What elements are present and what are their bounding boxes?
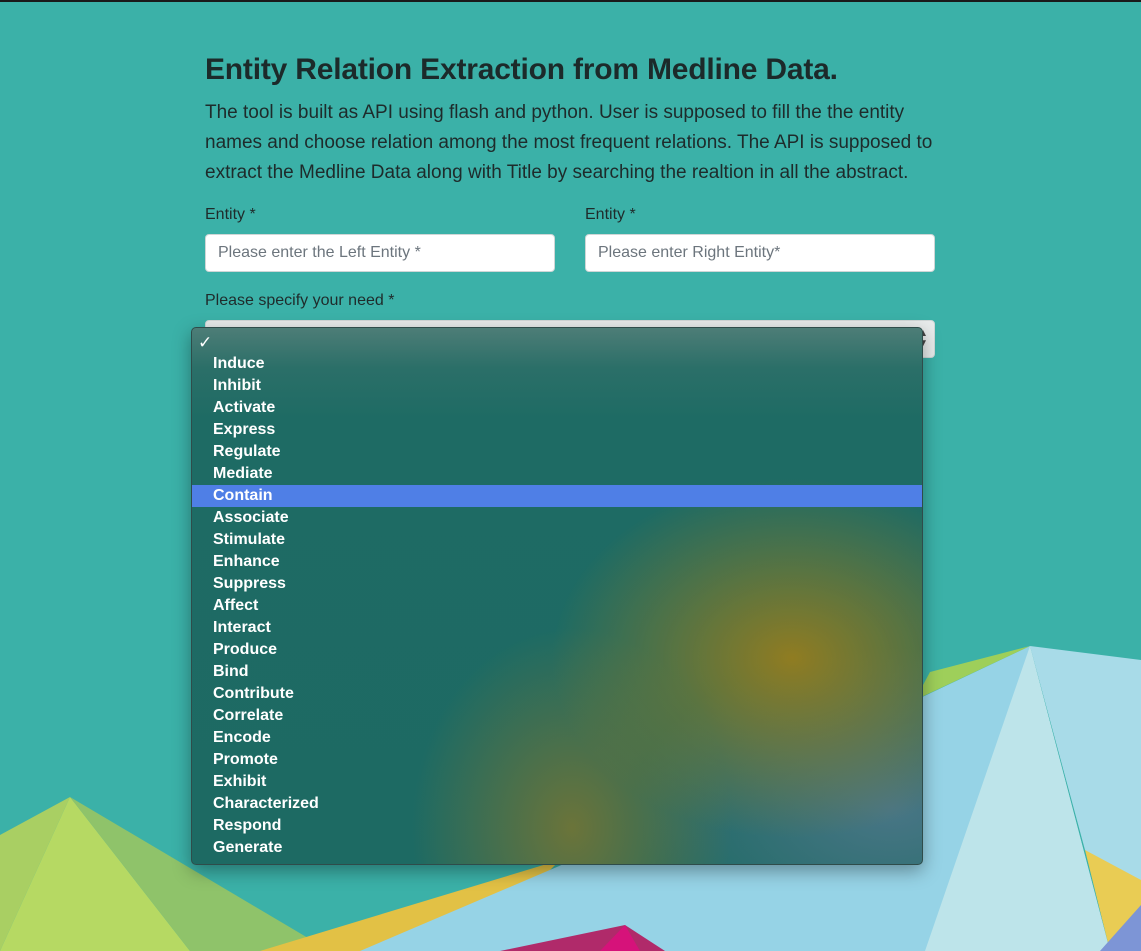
dropdown-option-stimulate[interactable]: Stimulate xyxy=(192,529,922,551)
dropdown-option-encode[interactable]: Encode xyxy=(192,727,922,749)
left-entity-group: Entity * xyxy=(205,204,555,272)
dropdown-option-correlate[interactable]: Correlate xyxy=(192,705,922,727)
dropdown-option-mediate[interactable]: Mediate xyxy=(192,463,922,485)
page-title: Entity Relation Extraction from Medline … xyxy=(205,53,838,86)
dropdown-option-activate[interactable]: Activate xyxy=(192,397,922,419)
left-entity-input[interactable] xyxy=(205,234,555,272)
dropdown-option-induce[interactable]: Induce xyxy=(192,353,922,375)
relation-dropdown-menu[interactable]: ✓ Induce Inhibit Activate Express Regulate Me… xyxy=(191,327,923,865)
dropdown-option-generate[interactable]: Generate xyxy=(192,837,922,859)
right-entity-input[interactable] xyxy=(585,234,935,272)
need-label: Please specify your need * xyxy=(205,292,395,309)
dropdown-option-express[interactable]: Express xyxy=(192,419,922,441)
dropdown-option-associate[interactable]: Associate xyxy=(192,507,922,529)
main-content: Entity Relation Extraction from Medline … xyxy=(205,50,940,358)
dropdown-option-contribute[interactable]: Contribute xyxy=(192,683,922,705)
dropdown-option-characterized[interactable]: Characterized xyxy=(192,793,922,815)
dropdown-option-produce[interactable]: Produce xyxy=(192,639,922,661)
page-description: The tool is built as API using flash and… xyxy=(205,102,933,183)
dropdown-option-promote[interactable]: Promote xyxy=(192,749,922,771)
dropdown-option-exhibit[interactable]: Exhibit xyxy=(192,771,922,793)
dropdown-option-contain[interactable]: Contain xyxy=(192,485,922,507)
checkmark-icon: ✓ xyxy=(198,333,213,352)
dropdown-option-respond[interactable]: Respond xyxy=(192,815,922,837)
left-entity-label: Entity * xyxy=(205,206,256,223)
dropdown-option-suppress[interactable]: Suppress xyxy=(192,573,922,595)
right-entity-label: Entity * xyxy=(585,206,636,223)
dropdown-option-inhibit[interactable]: Inhibit xyxy=(192,375,922,397)
dropdown-options-list: Induce Inhibit Activate Express Regulate Medi… xyxy=(192,353,922,859)
dropdown-option-enhance[interactable]: Enhance xyxy=(192,551,922,573)
dropdown-option-interact[interactable]: Interact xyxy=(192,617,922,639)
dropdown-option-bind[interactable]: Bind xyxy=(192,661,922,683)
dropdown-option-affect[interactable]: Affect xyxy=(192,595,922,617)
dropdown-option-regulate[interactable]: Regulate xyxy=(192,441,922,463)
right-entity-group: Entity * xyxy=(585,204,935,272)
